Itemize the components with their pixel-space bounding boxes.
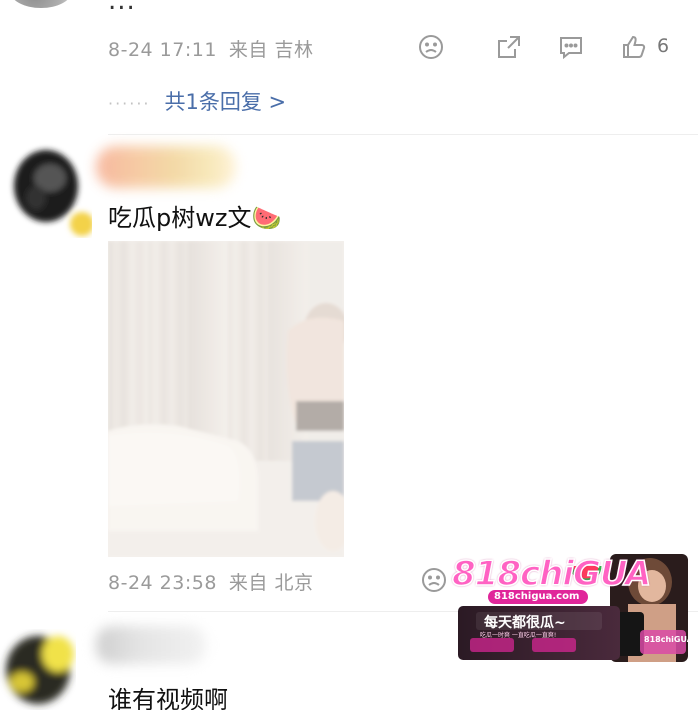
comment-meta: 8-24 17:11 来自 吉林 bbox=[108, 35, 313, 62]
like-count: 6 bbox=[657, 35, 670, 57]
username-blurred[interactable] bbox=[96, 626, 206, 664]
view-replies-link[interactable]: ······ 共1条回复 > bbox=[108, 86, 286, 116]
comment-meta: 8-24 23:58 来自 北京 bbox=[108, 568, 313, 595]
ad-tagline: 吃瓜一时爽 一直吃瓜一直爽! bbox=[480, 632, 557, 639]
comment-text: 吃瓜p树wz文🍉 bbox=[108, 204, 282, 232]
ad-banner[interactable]: 818chiGUA 818chigua.com 每天都很瓜~ 吃瓜一时爽 一直吃… bbox=[440, 552, 693, 664]
replies-label: 共1条回复 > bbox=[164, 90, 287, 114]
avatar[interactable] bbox=[6, 138, 94, 238]
username-blurred[interactable] bbox=[96, 146, 236, 188]
ad-logo: 818chiGUA bbox=[451, 553, 652, 595]
share-icon[interactable] bbox=[495, 33, 523, 61]
ad-side-logo: 818chiGUA bbox=[644, 635, 693, 644]
avatar[interactable] bbox=[10, 0, 72, 8]
avatar[interactable] bbox=[0, 620, 76, 710]
dislike-icon[interactable] bbox=[417, 33, 445, 61]
comment-location: 来自 北京 bbox=[228, 572, 314, 594]
comment-image[interactable] bbox=[108, 241, 344, 557]
dots-icon: ······ bbox=[108, 94, 151, 113]
ad-slogan: 每天都很瓜~ bbox=[484, 615, 566, 631]
divider bbox=[108, 134, 698, 135]
ad-url: 818chigua.com bbox=[494, 591, 580, 602]
comment-icon[interactable] bbox=[557, 33, 585, 61]
comment-date: 8-24 23:58 bbox=[108, 572, 217, 594]
comment-text: 谁有视频啊 bbox=[108, 686, 228, 710]
comment-text-partial: ... bbox=[108, 0, 136, 16]
comment-location: 来自 吉林 bbox=[228, 39, 314, 61]
comment-date: 8-24 17:11 bbox=[108, 39, 217, 61]
like-icon[interactable] bbox=[620, 33, 648, 61]
